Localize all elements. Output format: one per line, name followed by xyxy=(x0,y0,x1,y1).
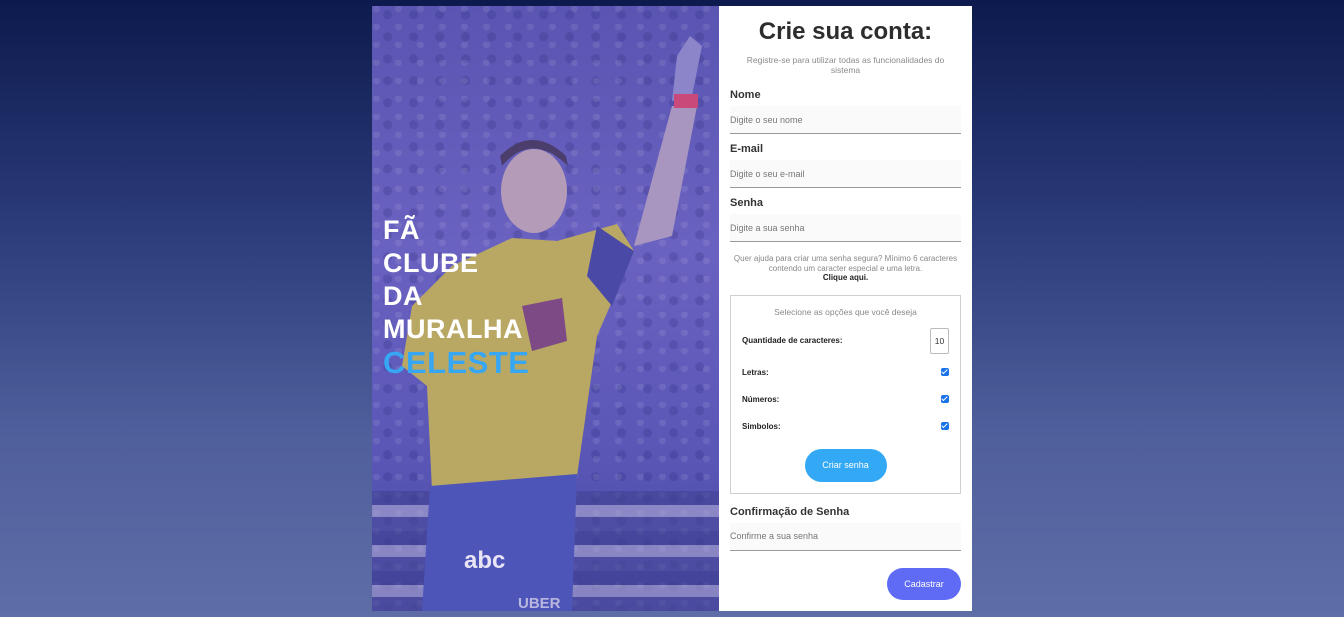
name-label: Nome xyxy=(730,89,761,101)
password-placeholder: Digite a sua senha xyxy=(730,222,805,233)
generate-password-button[interactable]: Criar senha xyxy=(804,448,887,482)
generator-title: Selecione as opções que você deseja xyxy=(774,306,917,317)
option-row-symbols: Simbolos: xyxy=(742,418,949,435)
hero-line-1: FÃ xyxy=(383,215,420,245)
form-panel: Crie sua conta: Registre-se para utiliza… xyxy=(719,6,972,611)
signup-card: abc UBER FÃ CLUBE DA MURALHA CELESTE Cri… xyxy=(372,6,972,611)
symbols-checkbox[interactable] xyxy=(941,422,949,430)
confirm-password-field[interactable]: Confirme a sua senha xyxy=(730,522,961,551)
letters-checkbox[interactable] xyxy=(941,368,949,376)
length-row: Quantidade de caracteres: 10 xyxy=(742,327,949,354)
confirm-label: Confirmação de Senha xyxy=(730,505,850,518)
option-label-symbols: Simbolos: xyxy=(742,421,781,431)
hero-line-2: CLUBE xyxy=(383,248,479,278)
password-generator: Selecione as opções que você deseja Quan… xyxy=(730,294,961,494)
form-title: Crie sua conta: xyxy=(758,18,933,45)
password-help-link[interactable]: Clique aqui. xyxy=(730,273,961,283)
option-label-letters: Letras: xyxy=(742,367,769,377)
length-input[interactable]: 10 xyxy=(930,327,949,354)
password-help: Quer ajuda para criar uma senha segura? … xyxy=(730,254,961,283)
email-placeholder: Digite o seu e-mail xyxy=(730,168,805,179)
email-label: E-mail xyxy=(730,143,764,155)
email-field[interactable]: Digite o seu e-mail xyxy=(730,160,961,188)
hero-title: FÃ CLUBE DA MURALHA CELESTE xyxy=(383,214,529,379)
hero-panel: abc UBER FÃ CLUBE DA MURALHA CELESTE xyxy=(372,6,719,611)
hero-accent-word: CELESTE xyxy=(383,345,530,380)
length-label: Quantidade de caracteres: xyxy=(742,336,843,345)
form-subtitle: Registre-se para utilizar todas as funci… xyxy=(746,55,945,75)
option-row-numbers: Números: xyxy=(742,391,949,408)
numbers-checkbox[interactable] xyxy=(941,395,949,403)
hero-line-4: MURALHA xyxy=(383,314,523,344)
svg-text:abc: abc xyxy=(464,547,505,574)
name-field[interactable]: Digite o seu nome xyxy=(730,106,961,134)
password-label: Senha xyxy=(730,197,764,209)
password-help-text: Quer ajuda para criar uma senha segura? … xyxy=(733,254,958,273)
svg-text:UBER: UBER xyxy=(518,595,561,611)
option-label-numbers: Números: xyxy=(742,394,780,404)
hero-line-3: DA xyxy=(383,281,423,311)
option-row-letters: Letras: xyxy=(742,364,949,381)
name-placeholder: Digite o seu nome xyxy=(730,114,803,125)
register-button[interactable]: Cadastrar xyxy=(887,568,961,600)
password-field[interactable]: Digite a sua senha xyxy=(730,214,961,242)
confirm-placeholder: Confirme a sua senha xyxy=(730,531,819,541)
